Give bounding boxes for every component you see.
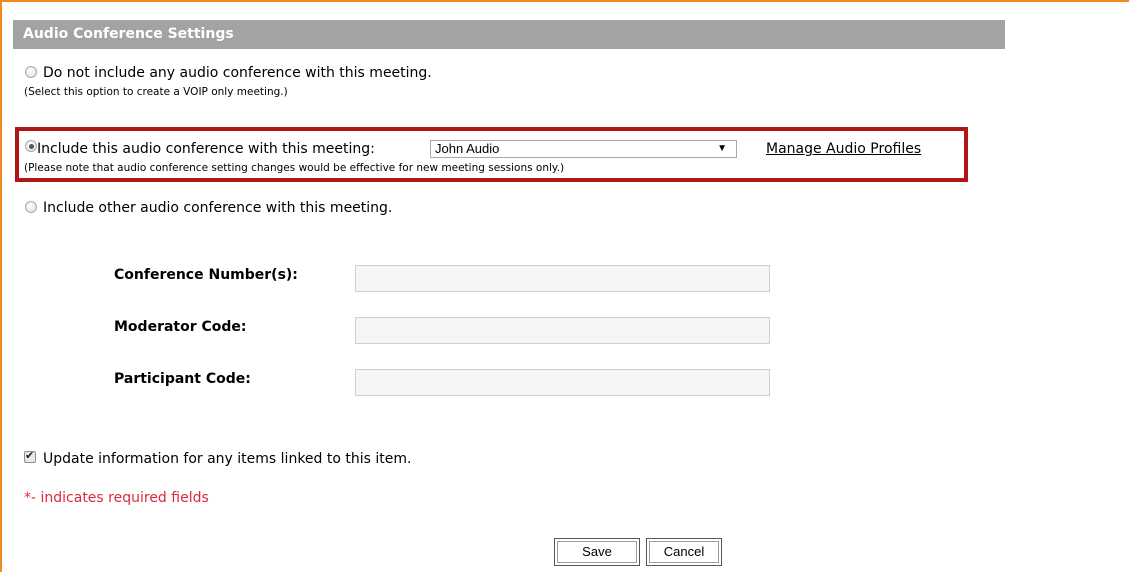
this-audio-label: Include this audio conference with this … — [37, 141, 375, 157]
checkmark-icon: ✔ — [25, 449, 35, 462]
moderator-code-input[interactable] — [355, 317, 770, 344]
other-audio-radio[interactable] — [25, 201, 37, 213]
required-fields-note: *- indicates required fields — [24, 490, 209, 506]
conference-number-label: Conference Number(s): — [114, 267, 298, 283]
audio-profile-selected-value: John Audio — [435, 141, 500, 156]
no-audio-radio[interactable] — [25, 66, 37, 78]
chevron-down-icon: ▼ — [717, 143, 727, 154]
this-audio-radio[interactable] — [25, 140, 37, 152]
update-linked-checkbox[interactable]: ✔ — [24, 449, 36, 463]
conference-number-input[interactable] — [355, 265, 770, 292]
update-linked-label: Update information for any items linked … — [43, 451, 412, 467]
other-audio-label: Include other audio conference with this… — [43, 200, 393, 216]
cancel-button[interactable]: Cancel — [646, 538, 722, 566]
cancel-button-label: Cancel — [649, 541, 719, 563]
participant-code-input[interactable] — [355, 369, 770, 396]
section-header: Audio Conference Settings — [13, 20, 1005, 49]
save-button-label: Save — [557, 541, 637, 563]
moderator-code-label: Moderator Code: — [114, 319, 247, 335]
no-audio-label: Do not include any audio conference with… — [43, 65, 432, 81]
no-audio-note: (Select this option to create a VOIP onl… — [24, 86, 288, 98]
audio-profile-select[interactable]: John Audio ▼ — [430, 140, 737, 158]
save-button[interactable]: Save — [554, 538, 640, 566]
this-audio-note: (Please note that audio conference setti… — [24, 162, 565, 174]
manage-audio-profiles-link[interactable]: Manage Audio Profiles — [766, 141, 921, 157]
participant-code-label: Participant Code: — [114, 371, 251, 387]
